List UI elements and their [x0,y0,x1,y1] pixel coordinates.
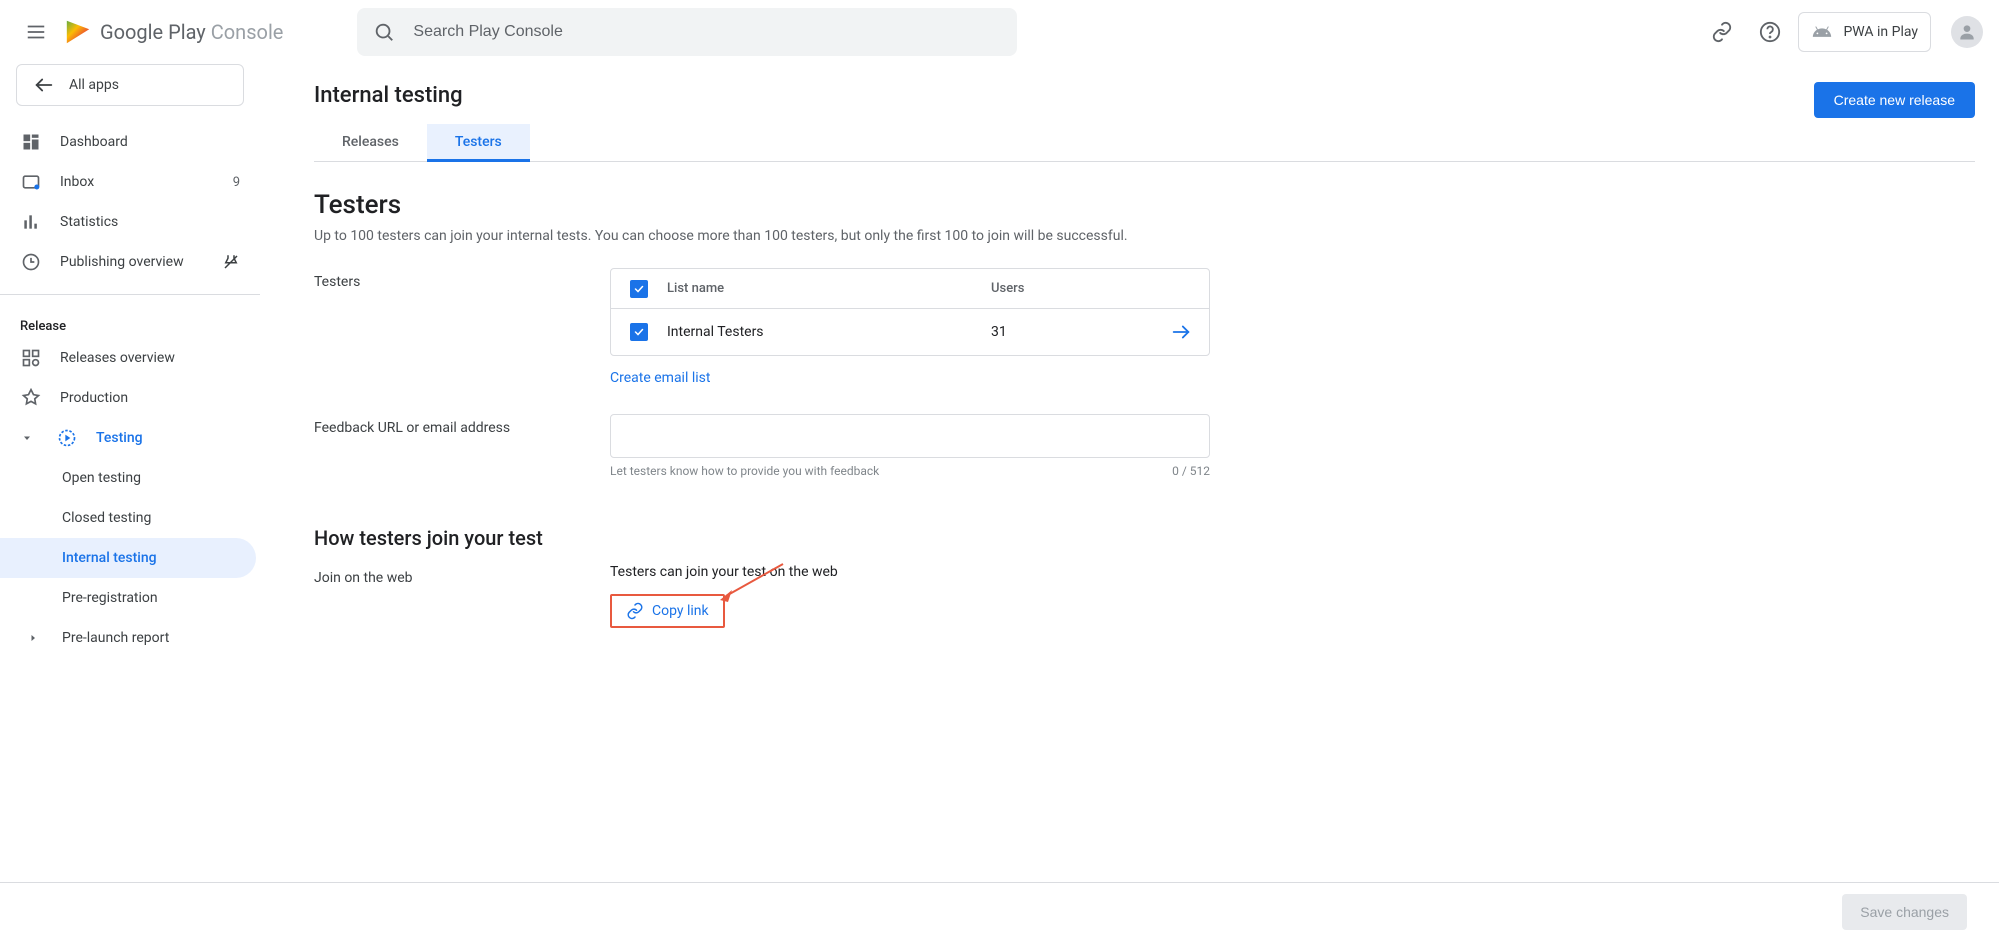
footer: Save changes [0,882,1999,940]
feedback-field-label: Feedback URL or email address [314,414,610,436]
sidebar-item-publishing-overview[interactable]: Publishing overview [0,242,260,282]
feedback-input[interactable] [610,414,1210,458]
sidebar-item-label: Statistics [60,214,240,230]
join-web-desc: Testers can join your test on the web [610,564,1210,580]
testing-icon [56,428,78,448]
sidebar-item-production[interactable]: Production [0,378,260,418]
copy-link-label: Copy link [652,603,709,619]
statistics-icon [20,212,42,232]
row-list-name: Internal Testers [667,324,991,340]
section-title: Testers [314,190,1975,220]
help-icon[interactable] [1750,12,1790,52]
sidebar-item-inbox[interactable]: Inbox 9 [0,162,260,202]
link-icon [626,602,644,620]
section-title-release: Release [0,307,260,338]
row-users: 31 [991,324,1153,340]
publishing-icon [20,252,42,272]
testers-table: List name Users Internal Testers 3 [610,268,1210,356]
feedback-counter: 0 / 512 [1172,464,1210,478]
col-users: Users [991,281,1153,296]
topbar: Google Play Console PWA in Play [0,0,1999,64]
avatar[interactable] [1951,16,1983,48]
play-console-logo-icon [64,18,92,46]
create-email-list-link[interactable]: Create email list [610,370,1210,386]
sidebar-item-label: Internal testing [62,550,236,566]
sidebar-item-open-testing[interactable]: Open testing [0,458,260,498]
search-icon [373,21,395,43]
sidebar-item-pre-registration[interactable]: Pre-registration [0,578,260,618]
chevron-down-icon [20,432,34,444]
sidebar-item-label: Dashboard [60,134,240,150]
table-row: Internal Testers 31 [611,309,1209,355]
app-chip-label: PWA in Play [1843,24,1918,40]
sidebar-item-statistics[interactable]: Statistics [0,202,260,242]
create-new-release-button[interactable]: Create new release [1814,82,1975,118]
copy-link-button[interactable]: Copy link [610,594,725,628]
search-input[interactable] [411,22,1001,42]
row-arrow-icon[interactable] [1170,321,1192,343]
search-bar[interactable] [357,8,1017,56]
sidebar-item-releases-overview[interactable]: Releases overview [0,338,260,378]
android-icon [1811,21,1833,43]
section-desc: Up to 100 testers can join your internal… [314,228,1975,244]
row-checkbox[interactable] [630,323,648,341]
sidebar-item-label: Production [60,390,240,406]
sidebar-item-dashboard[interactable]: Dashboard [0,122,260,162]
divider [0,294,260,295]
col-list-name: List name [667,281,991,296]
sidebar-item-pre-launch-report[interactable]: Pre-launch report [0,618,260,658]
tab-testers[interactable]: Testers [427,124,530,162]
tab-releases[interactable]: Releases [314,124,427,162]
sidebar-item-label: Testing [96,430,240,446]
sidebar-item-testing[interactable]: Testing [0,418,260,458]
arrow-left-icon [33,74,55,96]
brand-text: Google Play Console [100,20,283,44]
dashboard-icon [20,132,42,152]
app-chip[interactable]: PWA in Play [1798,12,1931,52]
content: Internal testing Create new release Rele… [260,64,1999,634]
testers-field-label: Testers [314,268,610,290]
sidebar-item-label: Inbox [60,174,215,190]
join-section-title: How testers join your test [314,526,1975,550]
feedback-helper: Let testers know how to provide you with… [610,464,879,478]
publishing-status-icon [222,253,240,271]
save-changes-button[interactable]: Save changes [1842,894,1967,930]
sidebar-item-label: Open testing [62,470,240,486]
tabs: Releases Testers [314,124,1975,162]
sidebar: All apps Dashboard Inbox 9 Statistics Pu… [0,64,260,658]
sidebar-item-closed-testing[interactable]: Closed testing [0,498,260,538]
page-title: Internal testing [314,83,463,108]
join-web-label: Join on the web [314,564,610,586]
all-apps-label: All apps [69,77,119,93]
sidebar-item-label: Releases overview [60,350,240,366]
select-all-checkbox[interactable] [630,280,648,298]
link-icon[interactable] [1702,12,1742,52]
sidebar-item-label: Pre-launch report [62,630,240,646]
sidebar-item-label: Closed testing [62,510,240,526]
sidebar-item-label: Pre-registration [62,590,240,606]
sidebar-item-label: Publishing overview [60,254,204,270]
releases-overview-icon [20,348,42,368]
brand[interactable]: Google Play Console [64,18,283,46]
production-icon [20,388,42,408]
all-apps-button[interactable]: All apps [16,64,244,106]
sidebar-item-internal-testing[interactable]: Internal testing [0,538,256,578]
chevron-right-icon [26,632,40,644]
inbox-icon [20,172,42,192]
menu-icon[interactable] [16,12,56,52]
sidebar-item-badge: 9 [233,175,240,190]
